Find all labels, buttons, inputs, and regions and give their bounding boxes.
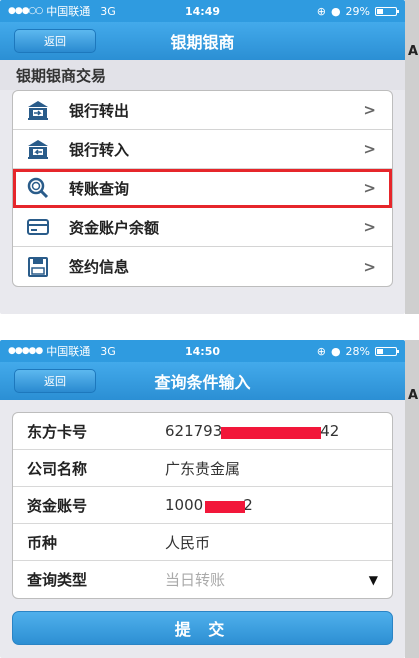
bank-in-icon	[25, 137, 51, 161]
back-button[interactable]: 返回	[14, 29, 96, 53]
menu-item-label: 资金账户余额	[69, 218, 160, 237]
dropdown-arrow-icon[interactable]: ▼	[369, 573, 378, 587]
menu-item-signing-info[interactable]: 签约信息 >	[13, 247, 392, 286]
field-currency[interactable]: 币种 人民币	[13, 524, 392, 561]
lock-rotation-icon: ⊕	[316, 344, 326, 358]
magnifier-icon	[25, 176, 51, 200]
query-form: 东方卡号 621793 42 公司名称 广东贵金属 资金账号 1000 2 币种 人…	[12, 412, 393, 599]
field-label: 资金账号	[27, 496, 88, 515]
menu-item-fund-balance[interactable]: 资金账户余额 >	[13, 208, 392, 247]
menu-list: 银行转出 > 银行转入 > 转账查询 > 资金账户余额 > 签约信息 >	[12, 90, 393, 287]
page-title: 查询条件输入	[154, 373, 251, 392]
redaction-mark	[221, 427, 321, 439]
alarm-icon: ●	[330, 4, 341, 18]
signal-dots: ●●●○○	[8, 6, 43, 16]
page-title: 银期银商	[170, 33, 235, 52]
redaction-mark	[205, 501, 245, 513]
status-bar: ●●●●● 中国联通 3G 14:50 ⊕ ● 28%	[0, 340, 405, 362]
field-value: 621793 42	[165, 422, 340, 440]
battery-icon	[375, 6, 399, 16]
field-value: 人民币	[165, 533, 211, 552]
signal-dots: ●●●●●	[8, 346, 43, 356]
field-value: 当日转账	[165, 571, 226, 589]
battery-percent: 29%	[345, 4, 370, 18]
bank-transfer-menu-screen: ●●●○○ 中国联通 3G 14:49 ⊕ ● 29% 返回 银期银商 银期银商…	[0, 0, 405, 314]
network-label: 3G	[100, 344, 116, 358]
field-fund-account[interactable]: 资金账号 1000 2	[13, 487, 392, 524]
floppy-disk-icon	[25, 255, 51, 279]
card-icon	[25, 215, 51, 239]
field-card-number[interactable]: 东方卡号 621793 42	[13, 413, 392, 450]
chevron-right-icon: >	[363, 218, 376, 236]
field-company-name[interactable]: 公司名称 广东贵金属	[13, 450, 392, 487]
carrier-label: 中国联通	[46, 345, 91, 358]
side-letter: A	[408, 388, 419, 403]
menu-item-label: 转账查询	[69, 179, 130, 198]
query-conditions-screen: ●●●●● 中国联通 3G 14:50 ⊕ ● 28% 返回 查询条件输入 东方…	[0, 340, 405, 658]
menu-item-bank-transfer-out[interactable]: 银行转出 >	[13, 91, 392, 130]
field-label: 查询类型	[27, 571, 88, 589]
menu-item-label: 银行转入	[69, 140, 130, 159]
field-label: 东方卡号	[27, 422, 88, 441]
clock: 14:49	[184, 4, 221, 18]
back-button[interactable]: 返回	[14, 369, 96, 393]
clock: 14:50	[184, 344, 221, 358]
submit-button[interactable]: 提 交	[12, 611, 393, 645]
side-letter: A	[408, 44, 419, 59]
menu-item-label: 银行转出	[69, 101, 130, 120]
chevron-right-icon: >	[363, 257, 376, 276]
lock-rotation-icon: ⊕	[316, 4, 326, 18]
field-query-type[interactable]: 查询类型 当日转账 ▼	[13, 561, 392, 598]
menu-item-label: 签约信息	[69, 258, 130, 276]
section-heading: 银期银商交易	[0, 60, 405, 90]
nav-bar: 返回 查询条件输入	[0, 362, 405, 400]
chevron-right-icon: >	[363, 101, 376, 119]
field-value: 广东贵金属	[165, 459, 241, 478]
network-label: 3G	[100, 4, 116, 18]
battery-icon	[375, 346, 399, 356]
alarm-icon: ●	[330, 344, 341, 358]
chevron-right-icon: >	[363, 179, 376, 197]
carrier-label: 中国联通	[46, 5, 91, 18]
menu-item-transfer-query[interactable]: 转账查询 >	[13, 169, 392, 208]
chevron-right-icon: >	[363, 140, 376, 158]
bank-out-icon	[25, 98, 51, 122]
battery-percent: 28%	[345, 344, 370, 358]
menu-item-bank-transfer-in[interactable]: 银行转入 >	[13, 130, 392, 169]
field-value: 1000 2	[165, 496, 253, 514]
status-bar: ●●●○○ 中国联通 3G 14:49 ⊕ ● 29%	[0, 0, 405, 22]
nav-bar: 返回 银期银商	[0, 22, 405, 60]
field-label: 公司名称	[27, 459, 88, 478]
field-label: 币种	[27, 533, 58, 552]
